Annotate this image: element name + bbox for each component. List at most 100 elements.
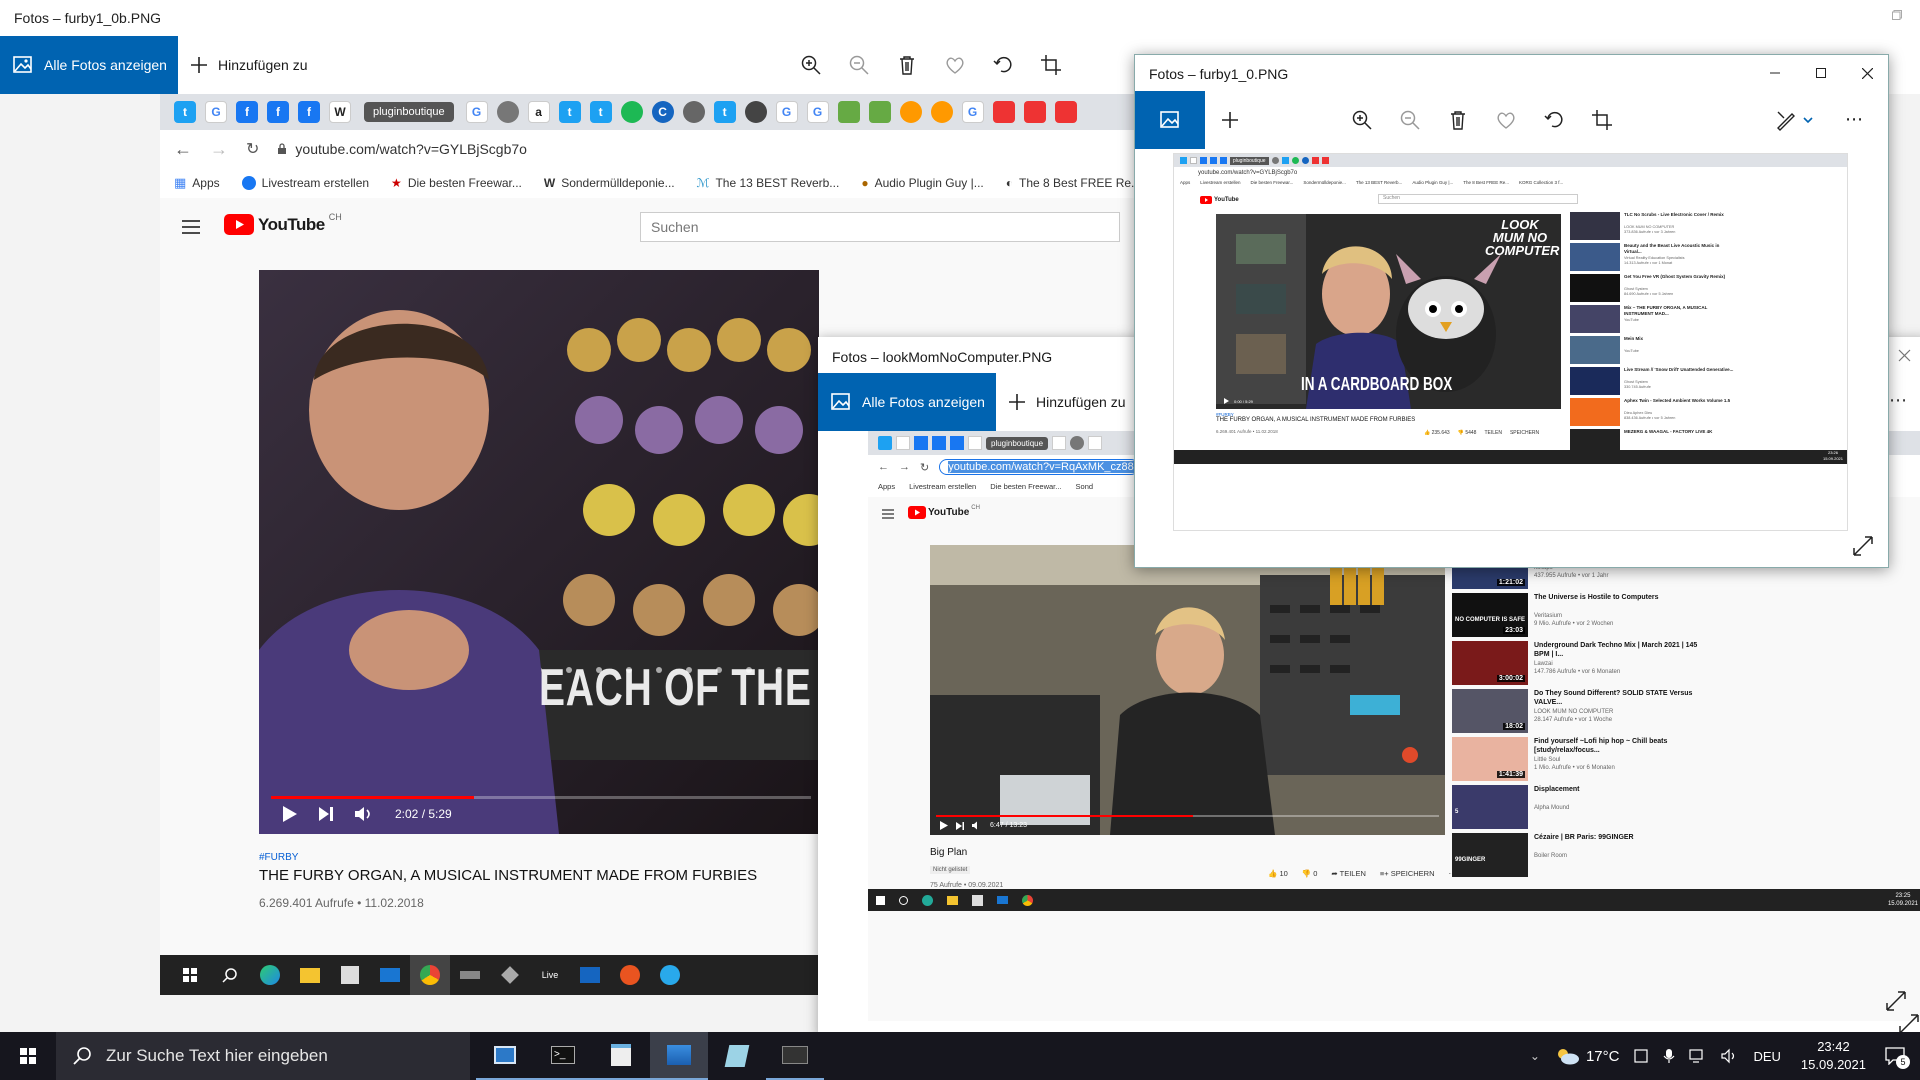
more-icon[interactable]: ⋯ — [1889, 390, 1907, 411]
facebook-icon[interactable]: f — [298, 101, 320, 123]
cloud-icon[interactable] — [868, 101, 891, 123]
minimize-icon[interactable] — [1752, 68, 1798, 78]
heart-icon[interactable] — [944, 54, 966, 76]
recommendation-thumbnail: NO COMPUTER IS SAFE 23:03 — [1452, 593, 1528, 637]
google-icon[interactable]: G — [465, 101, 488, 123]
microphone-icon[interactable] — [1663, 1048, 1675, 1064]
windows-start-button[interactable] — [0, 1032, 56, 1080]
close-icon[interactable] — [1844, 67, 1888, 79]
c-icon[interactable]: C — [651, 101, 674, 123]
crop-icon[interactable] — [1040, 54, 1062, 76]
zoom-in-icon[interactable] — [800, 54, 822, 76]
telegram-icon — [650, 965, 690, 985]
red-bookmark-icon[interactable] — [1023, 101, 1046, 123]
volume-icon[interactable] — [355, 806, 373, 822]
taskbar-app-notepad[interactable] — [592, 1032, 650, 1080]
rotate-icon[interactable] — [992, 54, 1014, 76]
show-all-photos-button[interactable]: Alle Fotos anzeigen — [0, 36, 178, 94]
notifications-button[interactable]: 5 — [1880, 1047, 1910, 1069]
bookmark-apps[interactable]: ▦ Apps — [174, 175, 220, 191]
network-icon[interactable] — [1689, 1048, 1707, 1064]
heart-icon[interactable] — [1495, 109, 1517, 131]
save-button: ≡+ SPEICHERN — [1379, 869, 1435, 878]
orange-icon[interactable] — [930, 101, 953, 123]
show-all-photos-button[interactable] — [1135, 91, 1205, 149]
google-icon[interactable]: G — [961, 101, 984, 123]
taskbar-app-photos[interactable] — [650, 1032, 708, 1080]
add-to-button[interactable]: Hinzufügen zu — [190, 36, 308, 94]
video-player-furby[interactable]: EACH OF THE 2:02 / 5:29 — [259, 270, 819, 834]
twitter-icon[interactable]: t — [713, 101, 736, 123]
spotify-icon[interactable] — [620, 101, 643, 123]
google-icon[interactable]: G — [205, 101, 227, 123]
crop-icon[interactable] — [1591, 109, 1613, 131]
facebook-icon[interactable]: f — [267, 101, 289, 123]
forward-icon[interactable]: → — [210, 139, 228, 160]
restore-icon[interactable] — [1874, 0, 1920, 30]
hashtag-link[interactable]: #FURBY — [259, 852, 757, 863]
taskbar-search-box[interactable]: Zur Suche Text hier eingeben — [56, 1032, 470, 1080]
url-field[interactable]: youtube.com/watch?v=GYLBjScgb7o — [277, 141, 527, 157]
bookmark-item[interactable]: ℳ The 13 BEST Reverb... — [697, 176, 840, 190]
amazon-icon[interactable]: a — [527, 101, 550, 123]
clock[interactable]: 23:42 15.09.2021 — [1801, 1038, 1866, 1074]
rotate-icon[interactable] — [1543, 109, 1565, 131]
twitter-icon[interactable]: t — [558, 101, 581, 123]
bookmark-item[interactable]: Livestream erstellen — [241, 176, 369, 190]
youtube-logo[interactable]: YouTube CH — [224, 212, 342, 235]
delete-icon[interactable] — [896, 54, 918, 76]
github-icon[interactable] — [744, 101, 767, 123]
reload-icon[interactable]: ↻ — [246, 139, 259, 159]
tab-pluginboutique[interactable]: pluginboutique — [364, 102, 454, 122]
taskbar-app-window[interactable] — [766, 1032, 824, 1080]
more-icon[interactable]: ⋯ — [1845, 109, 1863, 130]
red-bookmark-icon[interactable] — [1054, 101, 1077, 123]
red-bookmark-icon[interactable] — [992, 101, 1015, 123]
language-indicator[interactable]: DEU — [1753, 1049, 1780, 1064]
plus-icon[interactable] — [1221, 111, 1239, 129]
video-progress-track[interactable] — [271, 796, 811, 799]
globe-icon[interactable] — [682, 101, 705, 123]
twitter-icon[interactable]: t — [174, 101, 196, 123]
taskbar-app-taskview[interactable] — [476, 1032, 534, 1080]
window3-command-bar: ⋯ — [1135, 91, 1888, 149]
chevron-up-icon[interactable]: ⌄ — [1530, 1049, 1540, 1063]
volume-icon[interactable] — [1721, 1048, 1739, 1064]
weather-widget[interactable]: 17°C — [1554, 1046, 1619, 1066]
wikipedia-icon[interactable]: W — [329, 101, 351, 123]
play-icon[interactable] — [283, 806, 297, 822]
close-icon[interactable] — [1889, 340, 1920, 370]
orange-icon[interactable] — [899, 101, 922, 123]
add-to-button[interactable]: Hinzufügen zu — [1008, 373, 1126, 431]
delete-icon[interactable] — [1447, 109, 1469, 131]
battery-settings-icon[interactable] — [1633, 1048, 1649, 1064]
globe-icon[interactable] — [496, 101, 519, 123]
plus-icon — [1009, 394, 1025, 410]
show-all-photos-button[interactable]: Alle Fotos anzeigen — [818, 373, 996, 431]
duration-badge: 23:03 — [1503, 627, 1525, 634]
expand-icon[interactable] — [1852, 535, 1874, 557]
bookmark-item[interactable]: ★ Die besten Freewar... — [391, 176, 522, 190]
taskbar-app-editor[interactable] — [708, 1032, 766, 1080]
maximize-icon[interactable] — [1798, 68, 1844, 78]
back-icon[interactable]: ← — [174, 139, 192, 160]
twitter-icon[interactable]: t — [589, 101, 612, 123]
google-icon[interactable]: G — [775, 101, 798, 123]
bookmark-item[interactable]: W Sondermülldeponie... — [544, 176, 675, 190]
hamburger-icon[interactable] — [182, 220, 200, 234]
youtube-search-input[interactable]: Suchen — [640, 212, 1120, 242]
bookmark-item[interactable]: ● Audio Plugin Guy |... — [861, 176, 983, 190]
next-icon[interactable] — [319, 807, 333, 821]
bookmark-item[interactable]: ◐ The 8 Best FREE Re... — [1006, 176, 1141, 190]
edit-dropdown[interactable] — [1775, 91, 1813, 149]
facebook-icon — [914, 436, 928, 450]
zoom-out-icon[interactable] — [1399, 109, 1421, 131]
google-icon[interactable]: G — [806, 101, 829, 123]
cloud-icon[interactable] — [837, 101, 860, 123]
recommendation-channel: Ghost System 330.745 Aufrufe — [1624, 380, 1651, 389]
zoom-in-icon[interactable] — [1351, 109, 1373, 131]
zoom-out-icon[interactable] — [848, 54, 870, 76]
expand-icon[interactable] — [1885, 990, 1907, 1012]
taskbar-app-terminal[interactable]: >_ — [534, 1032, 592, 1080]
facebook-icon[interactable]: f — [236, 101, 258, 123]
